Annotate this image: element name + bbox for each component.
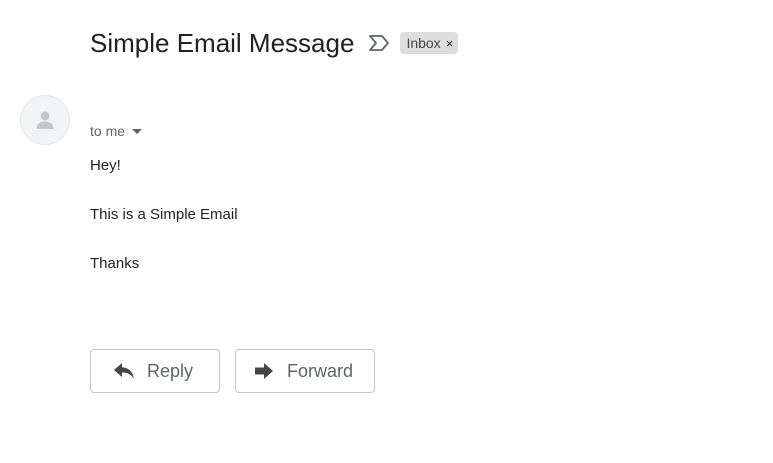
email-subject: Simple Email Message (90, 28, 355, 58)
reply-arrow-icon (113, 361, 135, 381)
forward-label: Forward (287, 360, 354, 381)
subject-row: Simple Email Message Inbox × (90, 26, 459, 60)
email-body: Hey! This is a Simple Email Thanks (90, 158, 238, 305)
forward-arrow-icon (253, 361, 275, 381)
recipients-text: to me (90, 123, 126, 139)
message-actions: Reply Forward (90, 349, 375, 393)
person-avatar-icon (36, 111, 54, 129)
reply-label: Reply (147, 360, 194, 381)
body-line: This is a Simple Email (90, 206, 238, 223)
sender-avatar[interactable] (20, 95, 70, 145)
chevron-down-icon (132, 128, 143, 134)
email-view: Simple Email Message Inbox × to me Hey! … (0, 0, 773, 463)
remove-label-icon[interactable]: × (446, 37, 454, 50)
reply-button[interactable]: Reply (90, 349, 220, 393)
recipients-toggle[interactable]: to me (90, 123, 143, 139)
body-line: Hey! (90, 157, 121, 174)
inbox-label-chip[interactable]: Inbox × (400, 32, 459, 54)
inbox-label-text: Inbox (406, 35, 441, 51)
importance-marker-icon[interactable] (368, 34, 390, 52)
body-line: Thanks (90, 255, 140, 272)
forward-button[interactable]: Forward (235, 349, 375, 393)
